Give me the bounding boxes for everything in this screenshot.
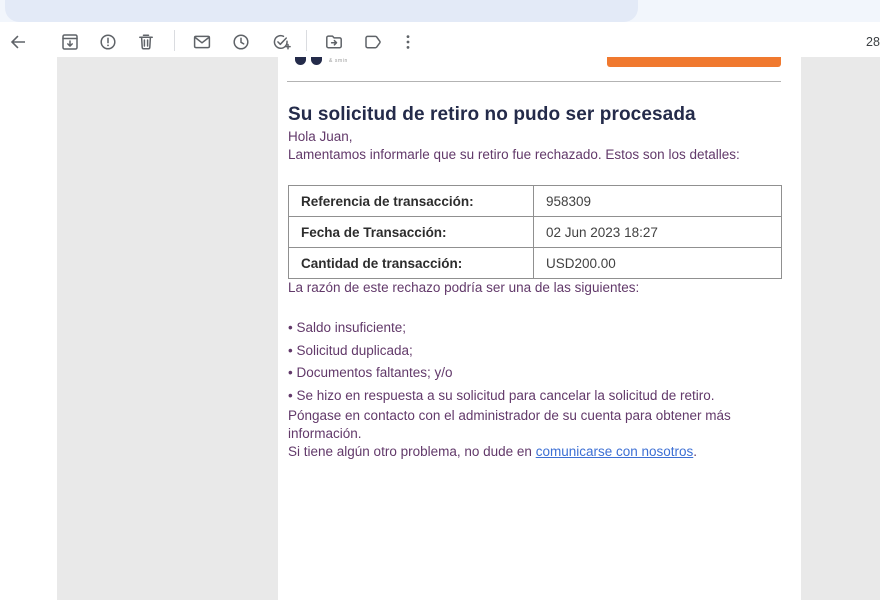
closing-prefix: Si tiene algún otro problema, no dude en <box>288 444 536 459</box>
contact-note-text: Póngase en contacto con el administrador… <box>288 408 731 441</box>
mark-unread-button[interactable] <box>184 24 220 60</box>
gmail-email-view: { "topbar": { "page_indicator": "28" }, … <box>0 0 880 600</box>
left-rail <box>0 57 57 600</box>
closing-suffix: . <box>693 444 698 459</box>
add-to-tasks-button[interactable] <box>263 24 299 60</box>
table-row: Referencia de transacción: 958309 <box>288 185 782 217</box>
back-arrow-icon <box>8 32 28 52</box>
trash-icon <box>136 32 156 52</box>
back-button[interactable] <box>0 24 36 60</box>
table-row: Cantidad de transacción: USD200.00 <box>288 247 782 279</box>
snooze-button[interactable] <box>223 24 259 60</box>
list-item: Solicitud duplicada; <box>288 340 781 363</box>
list-item: Saldo insuficiente; <box>288 317 781 340</box>
sender-logo-fragment <box>295 57 306 65</box>
email-body-card: & smin Su solicitud de retiro no pudo se… <box>278 57 801 600</box>
pagination-count: 28 <box>866 35 880 49</box>
closing-text: Si tiene algún otro problema, no dude en… <box>288 443 781 461</box>
folder-move-icon <box>324 32 344 52</box>
row-label: Fecha de Transacción: <box>288 216 534 248</box>
contact-us-link[interactable]: comunicarse con nosotros <box>536 444 694 459</box>
greeting-text: Hola Juan, <box>288 129 353 144</box>
sender-logo-fragment <box>311 57 322 65</box>
intro-text: Lamentamos informarle que su retiro fue … <box>288 147 740 162</box>
reasons-intro-text: La razón de este rechazo podría ser una … <box>288 280 640 295</box>
search-input[interactable] <box>5 0 638 22</box>
report-spam-icon <box>98 32 118 52</box>
row-value: USD200.00 <box>533 247 782 279</box>
sender-caption-fragment: & smin <box>329 58 348 64</box>
row-label: Cantidad de transacción: <box>288 247 534 279</box>
labels-button[interactable] <box>355 24 391 60</box>
email-title: Su solicitud de retiro no pudo ser proce… <box>288 104 696 125</box>
delete-button[interactable] <box>128 24 164 60</box>
email-content: Su solicitud de retiro no pudo ser proce… <box>278 102 801 461</box>
list-item: Documentos faltantes; y/o <box>288 362 781 385</box>
list-item: Se hizo en respuesta a su solicitud para… <box>288 385 781 408</box>
rejection-reasons-list: Saldo insuficiente; Solicitud duplicada;… <box>288 317 781 407</box>
email-toolbar: 28 <box>0 22 880 57</box>
row-value: 02 Jun 2023 18:27 <box>533 216 782 248</box>
report-spam-button[interactable] <box>90 24 126 60</box>
archive-button[interactable] <box>52 24 88 60</box>
row-label: Referencia de transacción: <box>288 185 534 217</box>
clock-icon <box>231 32 251 52</box>
toolbar-separator <box>306 30 307 51</box>
email-header-fragment: & smin <box>287 57 781 82</box>
toolbar-separator <box>174 30 175 51</box>
table-row: Fecha de Transacción: 02 Jun 2023 18:27 <box>288 216 782 248</box>
envelope-icon <box>192 32 212 52</box>
transaction-details-table: Referencia de transacción: 958309 Fecha … <box>288 185 782 279</box>
label-tag-icon <box>363 32 383 52</box>
move-to-button[interactable] <box>316 24 352 60</box>
cta-button-fragment[interactable] <box>607 57 781 67</box>
email-reading-pane: & smin Su solicitud de retiro no pudo se… <box>57 57 880 600</box>
three-dots-icon <box>398 32 418 52</box>
add-task-icon <box>271 32 291 52</box>
search-bar-remnant-strip <box>0 0 880 22</box>
row-value: 958309 <box>533 185 782 217</box>
archive-icon <box>60 32 80 52</box>
more-options-button[interactable] <box>390 24 426 60</box>
